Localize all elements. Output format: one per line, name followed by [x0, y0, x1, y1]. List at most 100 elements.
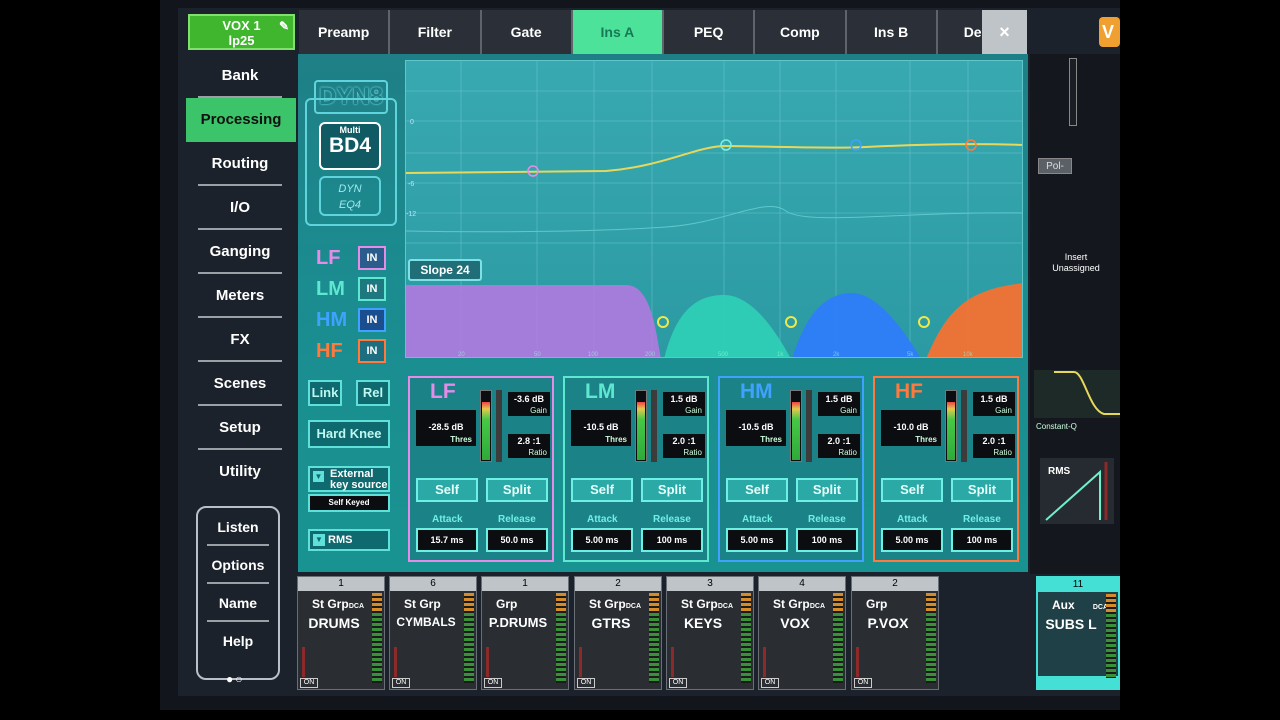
tab-ins-a[interactable]: Ins A: [572, 10, 664, 54]
strip-p-drums[interactable]: 1 Grp P.DRUMS ON: [481, 576, 569, 690]
sidebar-item-scenes[interactable]: Scenes: [198, 362, 282, 406]
sidebar-item-bank[interactable]: Bank: [198, 54, 282, 98]
lf-split-button[interactable]: Split: [486, 478, 548, 502]
hf-threshold[interactable]: -10.0 dB Thres: [881, 410, 941, 446]
insert-status[interactable]: Insert Unassigned: [1040, 252, 1112, 274]
strip-subs-l[interactable]: 11 Aux DCA SUBS L: [1036, 576, 1120, 684]
strip-indicator: [302, 647, 305, 677]
lf-ratio[interactable]: 2.8 :1 Ratio: [508, 434, 550, 458]
options-button[interactable]: Options: [207, 546, 269, 584]
strip-drums[interactable]: 1 St Grp DCA DRUMS ON: [297, 576, 385, 690]
hm-release-value[interactable]: 100 ms: [796, 528, 858, 552]
hard-knee-button[interactable]: Hard Knee: [308, 420, 390, 448]
hf-split-button[interactable]: Split: [951, 478, 1013, 502]
band-panel-lm: LM -10.5 dB Thres 1.5 dB Gain 2.0 :1 Ratio …: [563, 376, 709, 562]
hf-attack-value[interactable]: 5.00 ms: [881, 528, 943, 552]
hf-in-button[interactable]: IN: [358, 339, 386, 363]
lf-self-button[interactable]: Self: [416, 478, 478, 502]
hm-gain[interactable]: 1.5 dB Gain: [818, 392, 860, 416]
edit-pencil-icon[interactable]: ✎: [279, 19, 289, 34]
rel-button[interactable]: Rel: [356, 380, 390, 406]
strip-meter: [741, 593, 751, 683]
slope-button[interactable]: Slope 24: [408, 259, 482, 281]
frequency-response-plot[interactable]: 0 -6 -12 20 50 100 200 500 1k 2k 5k 10k: [405, 60, 1023, 358]
sidebar-item-fx[interactable]: FX: [198, 318, 282, 362]
tab-preamp[interactable]: Preamp: [299, 10, 391, 54]
channel-badge[interactable]: VOX 1 lp25 ✎: [188, 14, 295, 50]
xover-2-handle[interactable]: [785, 316, 797, 328]
dyneq-model-button[interactable]: DYN EQ4: [319, 176, 381, 216]
hm-attack-value[interactable]: 5.00 ms: [726, 528, 788, 552]
lf-in-button[interactable]: IN: [358, 246, 386, 270]
strip-number: 11: [1038, 578, 1118, 592]
lf-gain[interactable]: -3.6 dB Gain: [508, 392, 550, 416]
band-toggle-hm: HM IN: [316, 307, 390, 333]
strip-on-button[interactable]: ON: [854, 678, 872, 688]
band-label-hm: HM: [316, 309, 348, 331]
strip-on-button[interactable]: ON: [669, 678, 687, 688]
lm-gain[interactable]: 1.5 dB Gain: [663, 392, 705, 416]
close-button[interactable]: ×: [982, 10, 1027, 54]
xover-1-handle[interactable]: [657, 316, 669, 328]
lf-threshold[interactable]: -28.5 dB Thres: [416, 410, 476, 446]
listen-button[interactable]: Listen: [207, 508, 269, 546]
lm-release-value[interactable]: 100 ms: [641, 528, 703, 552]
strip-gtrs[interactable]: 2 St Grp DCA GTRS ON: [574, 576, 662, 690]
self-keyed-field[interactable]: Self Keyed: [308, 494, 390, 512]
polarity-button[interactable]: Pol-: [1038, 158, 1072, 174]
lm-ratio[interactable]: 2.0 :1 Ratio: [663, 434, 705, 458]
sidebar-item-io[interactable]: I/O: [198, 186, 282, 230]
constant-q-thumbnail[interactable]: [1034, 370, 1120, 418]
name-button[interactable]: Name: [207, 584, 269, 622]
hf-self-button[interactable]: Self: [881, 478, 943, 502]
sidebar-item-utility[interactable]: Utility: [198, 450, 282, 494]
sidebar-item-meters[interactable]: Meters: [198, 274, 282, 318]
band-panel-hm: HM -10.5 dB Thres 1.5 dB Gain 2.0 :1 Ratio …: [718, 376, 864, 562]
tab-gate[interactable]: Gate: [482, 10, 573, 54]
tab-peq[interactable]: PEQ: [664, 10, 756, 54]
multiband-model-button[interactable]: Multi BD4: [319, 122, 381, 170]
trim-slider[interactable]: [1069, 58, 1077, 126]
hm-ratio[interactable]: 2.0 :1 Ratio: [818, 434, 860, 458]
hf-gain[interactable]: 1.5 dB Gain: [973, 392, 1015, 416]
help-button[interactable]: Help: [207, 622, 269, 660]
hm-self-button[interactable]: Self: [726, 478, 788, 502]
external-key-source-checkbox[interactable]: ▼ External key source: [308, 466, 390, 492]
hf-ratio[interactable]: 2.0 :1 Ratio: [973, 434, 1015, 458]
hm-split-button[interactable]: Split: [796, 478, 858, 502]
lf-release-value[interactable]: 50.0 ms: [486, 528, 548, 552]
hf-release-value[interactable]: 100 ms: [951, 528, 1013, 552]
xover-3-handle[interactable]: [918, 316, 930, 328]
lm-split-button[interactable]: Split: [641, 478, 703, 502]
tab-ins-b[interactable]: Ins B: [847, 10, 938, 54]
sidebar-item-ganging[interactable]: Ganging: [198, 230, 282, 274]
strip-keys[interactable]: 3 St Grp DCA KEYS ON: [666, 576, 754, 690]
hm-in-button[interactable]: IN: [358, 308, 386, 332]
rms-check-icon: ▼: [313, 534, 325, 546]
sidebar-item-routing[interactable]: Routing: [198, 142, 282, 186]
strip-on-button[interactable]: ON: [577, 678, 595, 688]
link-button[interactable]: Link: [308, 380, 342, 406]
sidebar-item-processing[interactable]: Processing: [186, 98, 296, 142]
strip-on-button[interactable]: ON: [392, 678, 410, 688]
sidebar-item-setup[interactable]: Setup: [198, 406, 282, 450]
lm-in-button[interactable]: IN: [358, 277, 386, 301]
tab-filter[interactable]: Filter: [390, 10, 482, 54]
strip-on-button[interactable]: ON: [761, 678, 779, 688]
strip-number: 4: [759, 577, 845, 591]
lm-self-button[interactable]: Self: [571, 478, 633, 502]
rms-checkbox[interactable]: ▼ RMS: [308, 529, 390, 551]
lm-attack-value[interactable]: 5.00 ms: [571, 528, 633, 552]
lf-attack-value[interactable]: 15.7 ms: [416, 528, 478, 552]
strip-vox[interactable]: 4 St Grp DCA VOX ON: [758, 576, 846, 690]
strip-cymbals[interactable]: 6 St Grp CYMBALS ON: [389, 576, 477, 690]
strip-p-vox[interactable]: 2 Grp P.VOX ON: [851, 576, 939, 690]
hm-threshold[interactable]: -10.5 dB Thres: [726, 410, 786, 446]
band-title-hm: HM: [740, 380, 773, 403]
strip-on-button[interactable]: ON: [300, 678, 318, 688]
strip-on-button[interactable]: ON: [484, 678, 502, 688]
hm-node[interactable]: [850, 139, 862, 151]
v-badge[interactable]: V: [1099, 17, 1120, 47]
lm-threshold[interactable]: -10.5 dB Thres: [571, 410, 631, 446]
tab-comp[interactable]: Comp: [755, 10, 847, 54]
